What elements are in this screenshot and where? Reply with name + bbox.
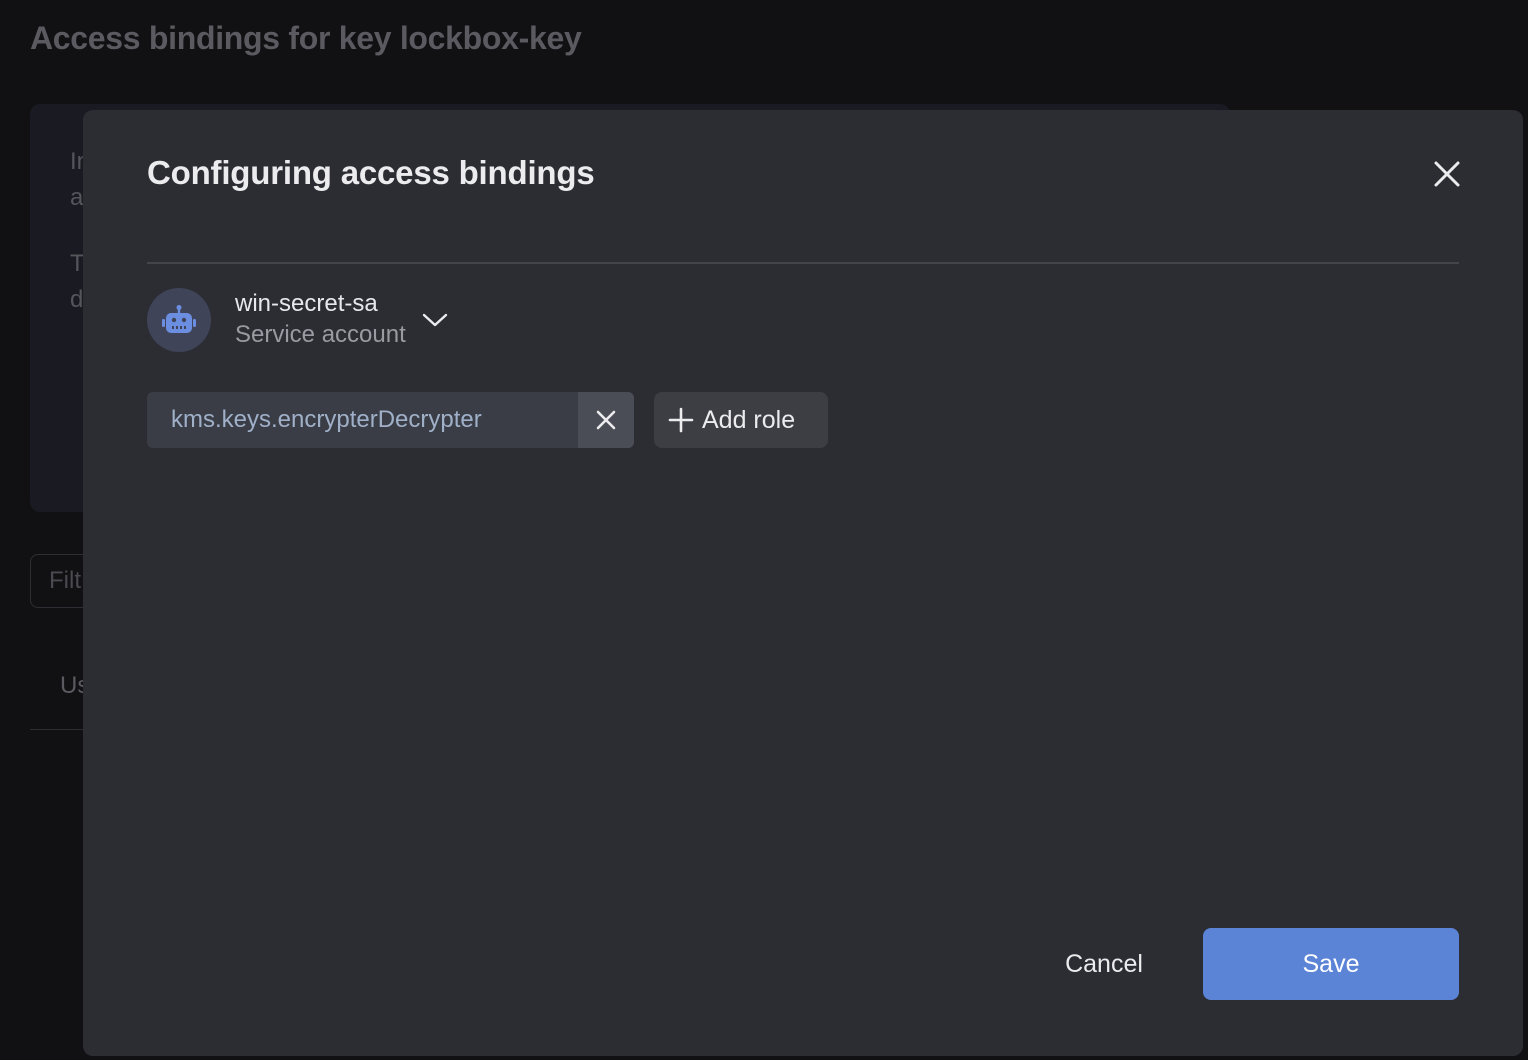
subject-type: Service account	[235, 321, 406, 348]
chevron-down-icon[interactable]	[422, 312, 448, 328]
robot-icon	[162, 305, 196, 333]
page-title: Access bindings for key lockbox-key	[30, 20, 582, 56]
role-chip: kms.keys.encrypterDecrypter	[147, 392, 634, 448]
dialog-title: Configuring access bindings	[147, 154, 595, 191]
role-name: kms.keys.encrypterDecrypter	[171, 406, 482, 433]
cancel-button[interactable]: Cancel	[983, 928, 1225, 1000]
add-role-label: Add role	[702, 405, 796, 434]
access-bindings-dialog: Configuring access bindings win-secret-s…	[83, 110, 1523, 1056]
close-button[interactable]	[1427, 154, 1467, 194]
subject-selector[interactable]: win-secret-sa Service account	[147, 288, 448, 352]
info-card-text: a	[70, 184, 84, 211]
close-icon	[1434, 161, 1460, 187]
close-icon	[596, 410, 616, 430]
save-button[interactable]: Save	[1203, 928, 1459, 1000]
avatar	[147, 288, 211, 352]
info-card-text: d	[70, 286, 84, 313]
subject-name: win-secret-sa	[235, 290, 378, 317]
dialog-divider	[147, 262, 1459, 264]
add-role-button[interactable]: Add role	[654, 392, 828, 448]
plus-icon	[668, 407, 694, 433]
remove-role-button[interactable]	[578, 392, 634, 448]
